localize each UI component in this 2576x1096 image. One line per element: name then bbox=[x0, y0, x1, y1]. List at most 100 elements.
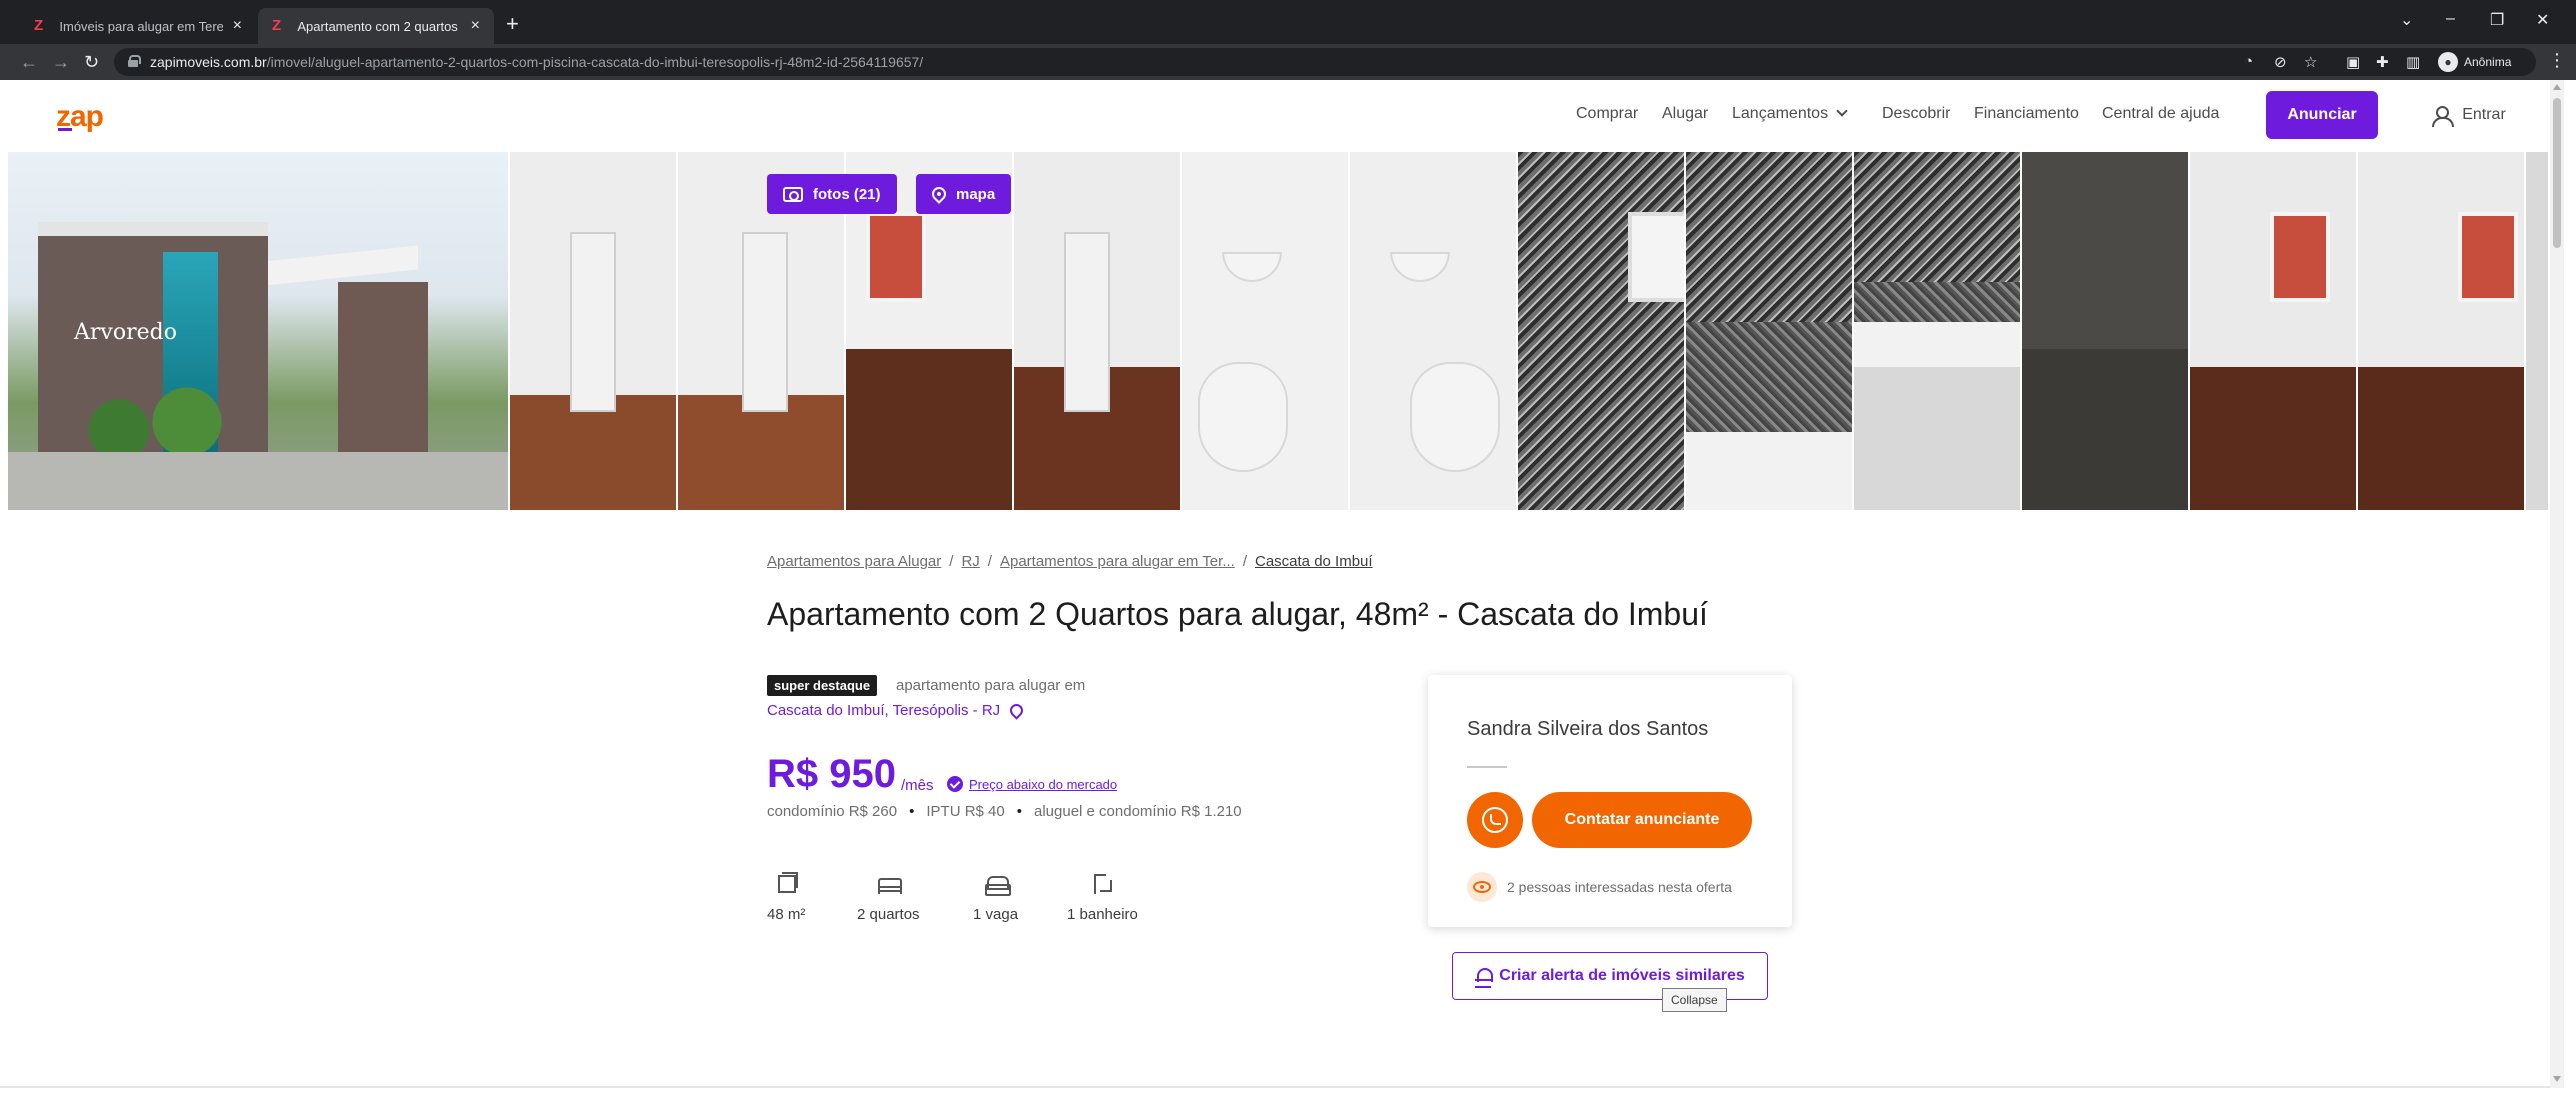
listing-address[interactable]: Cascata do Imbuí, Teresópolis - RJ bbox=[767, 701, 1026, 720]
area-icon bbox=[775, 872, 799, 894]
feature-bathrooms-label: 1 banheiro bbox=[1067, 906, 1138, 923]
gallery-photo[interactable] bbox=[2358, 152, 2524, 510]
photo-window bbox=[866, 212, 926, 302]
browser-tab-2[interactable]: Z Apartamento com 2 quartos e com piscin… bbox=[258, 8, 494, 44]
bookmark-star-icon[interactable]: ☆ bbox=[2304, 53, 2317, 71]
extension-icon[interactable]: ▣ bbox=[2346, 53, 2360, 71]
whatsapp-icon bbox=[1482, 807, 1508, 833]
create-alert-label: Criar alerta de imóveis similares bbox=[1499, 967, 1745, 984]
tab-search-icon[interactable]: ⌄ bbox=[2400, 10, 2413, 30]
minimize-icon[interactable]: – bbox=[2446, 10, 2455, 28]
side-panel-icon[interactable]: ▥ bbox=[2406, 53, 2420, 71]
contact-card: Sandra Silveira dos Santos Contatar anun… bbox=[1428, 675, 1792, 927]
forward-icon[interactable]: → bbox=[52, 52, 70, 72]
cover-plants bbox=[68, 382, 238, 462]
tracking-icon[interactable]: ◔ bbox=[2244, 53, 2253, 70]
photo-counter bbox=[1854, 282, 2020, 322]
advertiser-name[interactable]: Sandra Silveira dos Santos bbox=[1467, 718, 1708, 741]
gallery-photo[interactable] bbox=[1350, 152, 1516, 510]
whatsapp-button[interactable] bbox=[1467, 792, 1523, 848]
gallery-photo-partial[interactable] bbox=[2526, 152, 2548, 510]
browser-menu-icon[interactable]: ⋮ bbox=[2548, 50, 2566, 71]
nav-comprar[interactable]: Comprar bbox=[1576, 105, 1638, 123]
breadcrumb-link[interactable]: Apartamentos para Alugar bbox=[767, 553, 941, 570]
breadcrumb-current[interactable]: Cascata do Imbuí bbox=[1255, 553, 1373, 570]
logo-text: zap bbox=[56, 100, 104, 133]
url-text[interactable]: zapimoveis.com.br/imovel/aluguel-apartam… bbox=[150, 54, 923, 70]
fees-row: condomínio R$ 260 • IPTU R$ 40 • aluguel… bbox=[767, 803, 1242, 820]
gallery-photo[interactable] bbox=[1854, 152, 2020, 510]
shower-icon bbox=[1091, 872, 1113, 894]
address-bar[interactable]: zapimoveis.com.br/imovel/aluguel-apartam… bbox=[114, 48, 2536, 76]
verified-check-icon bbox=[947, 776, 963, 792]
restore-icon[interactable]: ❐ bbox=[2490, 10, 2504, 30]
entrar-button[interactable]: Entrar bbox=[2410, 91, 2526, 139]
nav-descobrir[interactable]: Descobrir bbox=[1882, 105, 1950, 123]
scroll-up-arrow[interactable] bbox=[2553, 84, 2561, 90]
photo-counter bbox=[1686, 322, 1852, 432]
nav-financiamento[interactable]: Financiamento bbox=[1974, 105, 2079, 123]
photo-door bbox=[570, 232, 616, 412]
gallery-photo[interactable] bbox=[1014, 152, 1180, 510]
browser-toolbar: ← → ↻ zapimoveis.com.br/imovel/aluguel-a… bbox=[0, 44, 2576, 80]
eye-off-icon[interactable]: ⊘ bbox=[2274, 53, 2287, 71]
nav-lancamentos[interactable]: Lançamentos bbox=[1732, 105, 1848, 123]
gallery-photo[interactable] bbox=[1518, 152, 1684, 510]
market-price-label: Preço abaixo do mercado bbox=[969, 776, 1118, 792]
photo-window bbox=[2458, 212, 2518, 302]
map-pin-icon bbox=[929, 184, 949, 204]
bed-icon bbox=[877, 872, 903, 894]
location-pin-icon[interactable] bbox=[1007, 701, 1026, 720]
car-icon bbox=[984, 872, 1011, 896]
listing-type-text: apartamento para alugar em bbox=[896, 677, 1086, 694]
gallery-photo-cover[interactable]: Arvoredo bbox=[8, 152, 508, 510]
photo-floor bbox=[1854, 366, 2020, 510]
zap-logo[interactable]: zap bbox=[56, 100, 104, 133]
photo-window bbox=[2270, 212, 2330, 302]
fee-separator: • bbox=[1016, 803, 1022, 820]
cover-sign: Arvoredo bbox=[74, 320, 177, 345]
eye-shape bbox=[1473, 881, 1491, 893]
page-bottom-divider bbox=[0, 1086, 2550, 1088]
scroll-down-arrow[interactable] bbox=[2553, 1076, 2561, 1082]
close-tab-icon[interactable]: × bbox=[471, 17, 480, 35]
gallery-photo[interactable] bbox=[2190, 152, 2356, 510]
nav-lancamentos-label: Lançamentos bbox=[1732, 105, 1829, 122]
photos-button[interactable]: fotos (21) bbox=[767, 174, 897, 214]
anunciar-button[interactable]: Anunciar bbox=[2266, 91, 2378, 139]
breadcrumb-link[interactable]: RJ bbox=[961, 553, 979, 570]
lock-icon bbox=[128, 55, 141, 67]
gallery-photo[interactable] bbox=[510, 152, 676, 510]
back-icon[interactable]: ← bbox=[20, 52, 38, 72]
close-tab-icon[interactable]: × bbox=[233, 17, 242, 35]
eye-icon bbox=[1467, 872, 1497, 902]
cover-wall bbox=[338, 282, 428, 452]
page-scrollbar[interactable] bbox=[2550, 80, 2564, 1088]
reload-icon[interactable]: ↻ bbox=[84, 52, 99, 72]
nav-central-de-ajuda[interactable]: Central de ajuda bbox=[2102, 105, 2219, 123]
market-price-link[interactable]: Preço abaixo do mercado bbox=[947, 776, 1117, 792]
url-path: /imovel/aluguel-apartamento-2-quartos-co… bbox=[266, 54, 924, 70]
breadcrumb-link[interactable]: Apartamentos para alugar em Ter... bbox=[1000, 553, 1235, 570]
gallery-photo[interactable] bbox=[2022, 152, 2188, 510]
photo-gallery[interactable]: Arvoredo fotos (21) mapa bbox=[8, 152, 2548, 510]
gallery-photo[interactable] bbox=[1686, 152, 1852, 510]
extensions-puzzle-icon[interactable]: ✚ bbox=[2376, 53, 2389, 71]
breadcrumb-separator: / bbox=[987, 553, 992, 570]
photo-floor bbox=[2358, 366, 2524, 510]
feature-parking-label: 1 vaga bbox=[973, 906, 1019, 923]
photo-floor bbox=[2190, 366, 2356, 510]
super-destaque-badge: super destaque bbox=[767, 675, 878, 696]
contact-advertiser-button[interactable]: Contatar anunciante bbox=[1532, 792, 1752, 848]
profile-label: Anônima bbox=[2464, 55, 2512, 69]
browser-tab-1[interactable]: Z Imóveis para alugar em Teresópolis × bbox=[20, 8, 256, 44]
gallery-photo[interactable] bbox=[1182, 152, 1348, 510]
feature-bathrooms: 1 banheiro bbox=[1067, 872, 1138, 923]
nav-alugar[interactable]: Alugar bbox=[1662, 105, 1708, 123]
incognito-profile[interactable]: ● Anônima bbox=[2438, 52, 2511, 72]
map-button[interactable]: mapa bbox=[916, 174, 1012, 214]
chevron-down-icon bbox=[1836, 105, 1848, 117]
close-window-icon[interactable]: ✕ bbox=[2536, 10, 2549, 30]
scrollbar-thumb[interactable] bbox=[2553, 98, 2561, 248]
new-tab-icon[interactable]: + bbox=[506, 13, 519, 35]
